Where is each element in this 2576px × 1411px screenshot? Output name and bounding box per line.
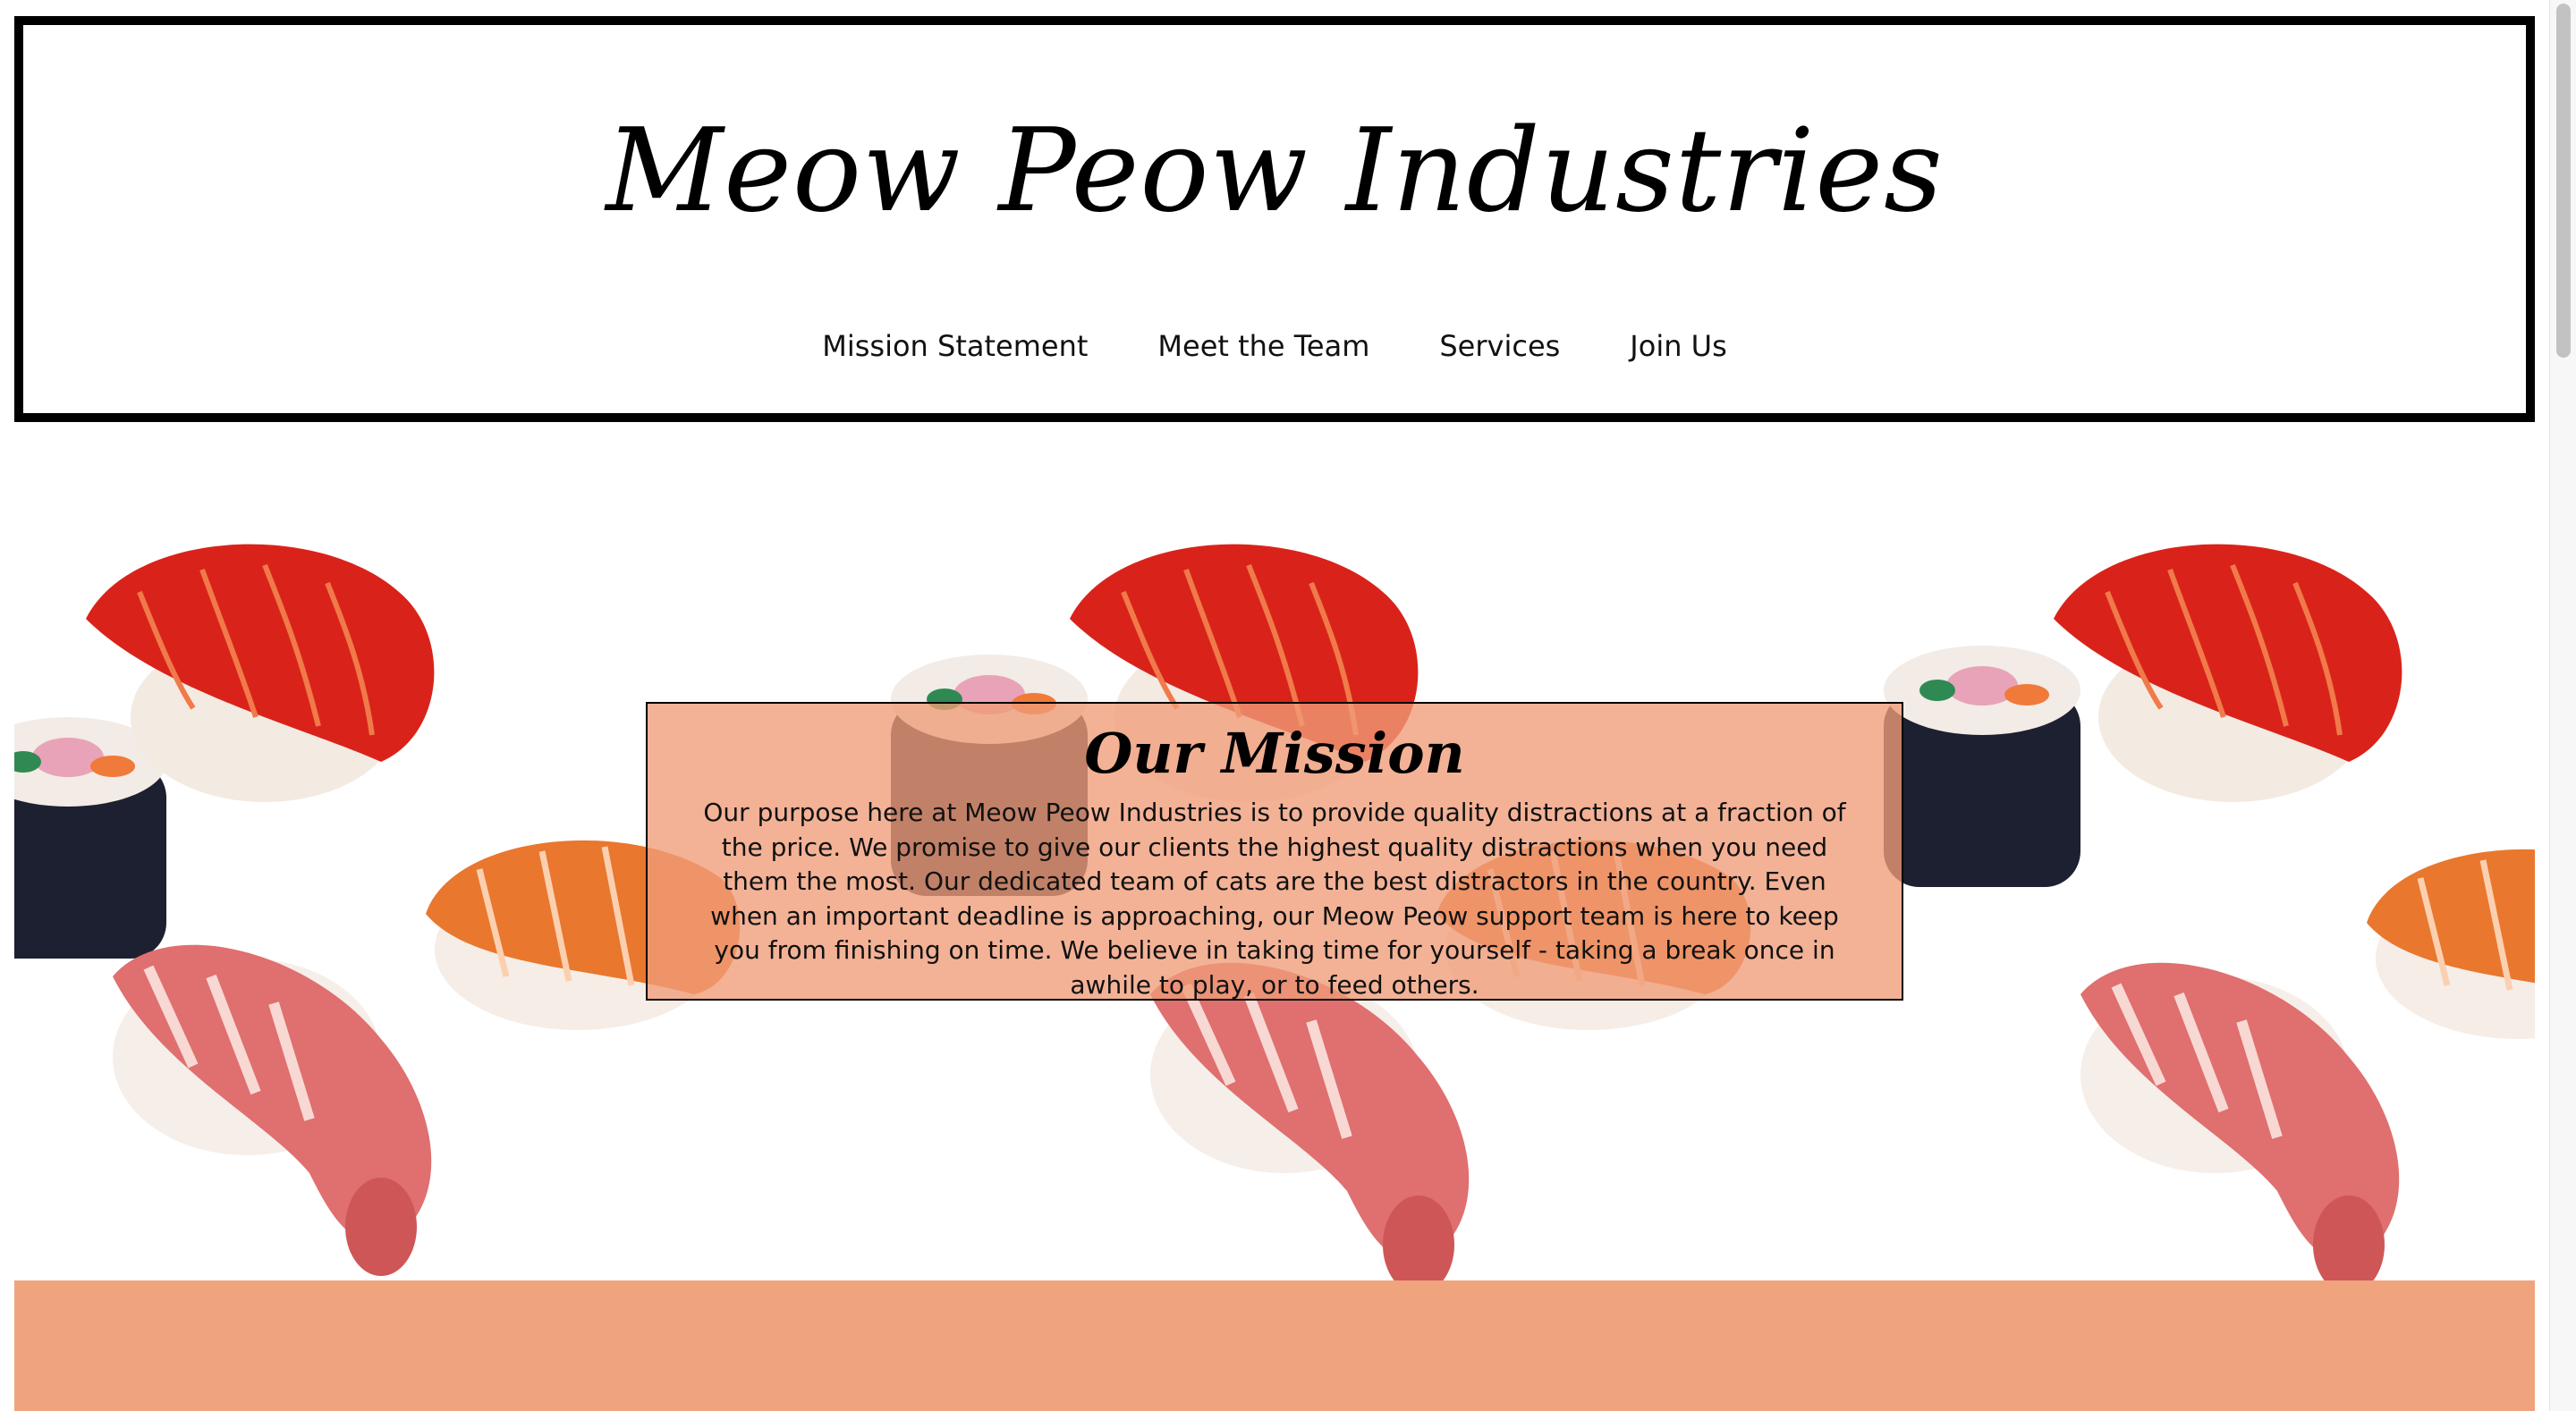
mission-card: Our Mission Our purpose here at Meow Peo… [646, 702, 1903, 1001]
site-header: Meow Peow Industries Mission Statement M… [14, 16, 2535, 422]
main-nav: Mission Statement Meet the Team Services… [23, 329, 2526, 363]
mission-title: Our Mission [1084, 721, 1465, 786]
nav-link-meet-the-team[interactable]: Meet the Team [1157, 329, 1369, 363]
page: Meow Peow Industries Mission Statement M… [0, 0, 2576, 1411]
scrollbar-thumb[interactable] [2556, 4, 2571, 358]
brand-title: Meow Peow Industries [606, 105, 1944, 238]
vertical-scrollbar[interactable] [2549, 0, 2576, 1411]
salmon-section-band [14, 1280, 2535, 1411]
nav-link-services[interactable]: Services [1439, 329, 1560, 363]
nav-link-join-us[interactable]: Join Us [1630, 329, 1726, 363]
mission-body-text: Our purpose here at Meow Peow Industries… [703, 798, 1846, 1000]
nav-link-mission-statement[interactable]: Mission Statement [822, 329, 1088, 363]
